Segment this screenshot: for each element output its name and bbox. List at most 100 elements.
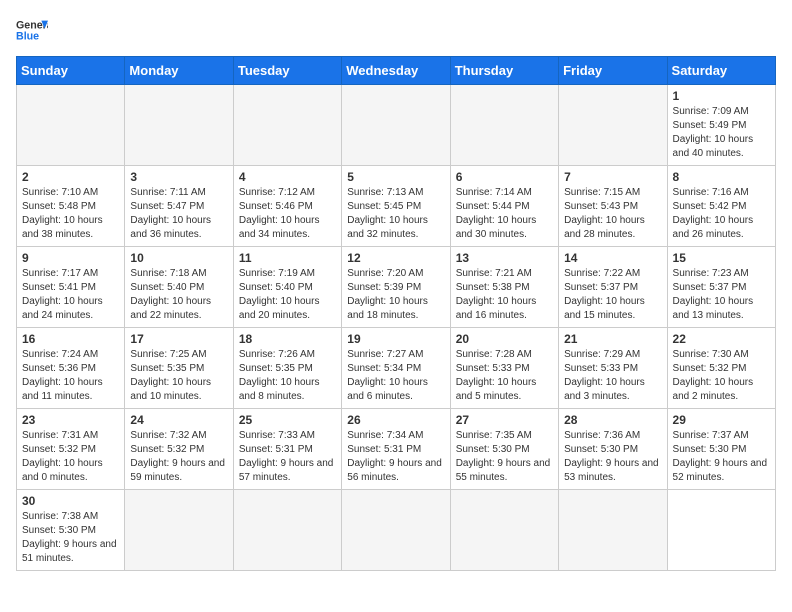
- day-info: Sunrise: 7:20 AM Sunset: 5:39 PM Dayligh…: [347, 267, 444, 323]
- day-number: 17: [130, 332, 227, 346]
- day-info: Sunrise: 7:26 AM Sunset: 5:35 PM Dayligh…: [239, 348, 336, 404]
- day-info: Sunrise: 7:16 AM Sunset: 5:42 PM Dayligh…: [673, 186, 770, 242]
- day-info: Sunrise: 7:30 AM Sunset: 5:32 PM Dayligh…: [673, 348, 770, 404]
- calendar-day: 30 Sunrise: 7:38 AM Sunset: 5:30 PM Dayli…: [17, 490, 125, 571]
- day-number: 24: [130, 413, 227, 427]
- day-info: Sunrise: 7:10 AM Sunset: 5:48 PM Dayligh…: [22, 186, 119, 242]
- calendar-day: [450, 490, 558, 571]
- day-info: Sunrise: 7:15 AM Sunset: 5:43 PM Dayligh…: [564, 186, 661, 242]
- calendar-day: [233, 490, 341, 571]
- day-number: 10: [130, 251, 227, 265]
- day-number: 30: [22, 494, 119, 508]
- calendar-day: 11Sunrise: 7:19 AM Sunset: 5:40 PM Dayli…: [233, 247, 341, 328]
- calendar-day: 21 Sunrise: 7:29 AM Sunset: 5:33 PM Dayli…: [559, 328, 667, 409]
- calendar-day: 25Sunrise: 7:33 AM Sunset: 5:31 PM Dayli…: [233, 409, 341, 490]
- day-number: 12: [347, 251, 444, 265]
- day-info: Sunrise: 7:35 AM Sunset: 5:30 PM Dayligh…: [456, 429, 553, 485]
- calendar-row: 2 Sunrise: 7:10 AM Sunset: 5:48 PM Daylig…: [17, 166, 776, 247]
- calendar-day: [342, 490, 450, 571]
- day-number: 6: [456, 170, 553, 184]
- day-info: Sunrise: 7:14 AM Sunset: 5:44 PM Dayligh…: [456, 186, 553, 242]
- day-number: 1: [673, 89, 770, 103]
- calendar-day: 23Sunrise: 7:31 AM Sunset: 5:32 PM Dayli…: [17, 409, 125, 490]
- weekday-header-wednesday: Wednesday: [342, 57, 450, 85]
- day-info: Sunrise: 7:38 AM Sunset: 5:30 PM Dayligh…: [22, 510, 119, 566]
- day-info: Sunrise: 7:31 AM Sunset: 5:32 PM Dayligh…: [22, 429, 119, 485]
- day-number: 22: [673, 332, 770, 346]
- day-info: Sunrise: 7:32 AM Sunset: 5:32 PM Dayligh…: [130, 429, 227, 485]
- calendar-day: 16Sunrise: 7:24 AM Sunset: 5:36 PM Dayli…: [17, 328, 125, 409]
- day-number: 3: [130, 170, 227, 184]
- day-number: 20: [456, 332, 553, 346]
- calendar-table: SundayMondayTuesdayWednesdayThursdayFrid…: [16, 56, 776, 571]
- calendar-day: 14 Sunrise: 7:22 AM Sunset: 5:37 PM Dayli…: [559, 247, 667, 328]
- day-info: Sunrise: 7:23 AM Sunset: 5:37 PM Dayligh…: [673, 267, 770, 323]
- calendar-day: 9Sunrise: 7:17 AM Sunset: 5:41 PM Daylig…: [17, 247, 125, 328]
- calendar-day: 10 Sunrise: 7:18 AM Sunset: 5:40 PM Dayli…: [125, 247, 233, 328]
- day-info: Sunrise: 7:18 AM Sunset: 5:40 PM Dayligh…: [130, 267, 227, 323]
- calendar-row: 30 Sunrise: 7:38 AM Sunset: 5:30 PM Dayli…: [17, 490, 776, 571]
- calendar-day: [233, 85, 341, 166]
- weekday-header-saturday: Saturday: [667, 57, 775, 85]
- day-info: Sunrise: 7:25 AM Sunset: 5:35 PM Dayligh…: [130, 348, 227, 404]
- calendar-day: 17 Sunrise: 7:25 AM Sunset: 5:35 PM Dayli…: [125, 328, 233, 409]
- calendar-day: 5 Sunrise: 7:13 AM Sunset: 5:45 PM Daylig…: [342, 166, 450, 247]
- day-number: 14: [564, 251, 661, 265]
- day-info: Sunrise: 7:19 AM Sunset: 5:40 PM Dayligh…: [239, 267, 336, 323]
- calendar-day: 19Sunrise: 7:27 AM Sunset: 5:34 PM Dayli…: [342, 328, 450, 409]
- calendar-day: [450, 85, 558, 166]
- calendar-day: 3 Sunrise: 7:11 AM Sunset: 5:47 PM Daylig…: [125, 166, 233, 247]
- calendar-day: 26 Sunrise: 7:34 AM Sunset: 5:31 PM Dayli…: [342, 409, 450, 490]
- calendar-day: 4 Sunrise: 7:12 AM Sunset: 5:46 PM Daylig…: [233, 166, 341, 247]
- calendar-day: [125, 490, 233, 571]
- day-info: Sunrise: 7:11 AM Sunset: 5:47 PM Dayligh…: [130, 186, 227, 242]
- calendar-day: 29 Sunrise: 7:37 AM Sunset: 5:30 PM Dayli…: [667, 409, 775, 490]
- day-number: 7: [564, 170, 661, 184]
- calendar-day: 8Sunrise: 7:16 AM Sunset: 5:42 PM Daylig…: [667, 166, 775, 247]
- weekday-header-friday: Friday: [559, 57, 667, 85]
- calendar-row: 9Sunrise: 7:17 AM Sunset: 5:41 PM Daylig…: [17, 247, 776, 328]
- svg-text:Blue: Blue: [16, 30, 39, 42]
- calendar-day: 22 Sunrise: 7:30 AM Sunset: 5:32 PM Dayli…: [667, 328, 775, 409]
- day-info: Sunrise: 7:21 AM Sunset: 5:38 PM Dayligh…: [456, 267, 553, 323]
- day-info: Sunrise: 7:13 AM Sunset: 5:45 PM Dayligh…: [347, 186, 444, 242]
- weekday-header-thursday: Thursday: [450, 57, 558, 85]
- calendar-day: 12 Sunrise: 7:20 AM Sunset: 5:39 PM Dayli…: [342, 247, 450, 328]
- calendar-day: 15Sunrise: 7:23 AM Sunset: 5:37 PM Dayli…: [667, 247, 775, 328]
- day-number: 19: [347, 332, 444, 346]
- day-info: Sunrise: 7:37 AM Sunset: 5:30 PM Dayligh…: [673, 429, 770, 485]
- day-number: 21: [564, 332, 661, 346]
- day-number: 18: [239, 332, 336, 346]
- day-info: Sunrise: 7:24 AM Sunset: 5:36 PM Dayligh…: [22, 348, 119, 404]
- day-info: Sunrise: 7:29 AM Sunset: 5:33 PM Dayligh…: [564, 348, 661, 404]
- weekday-header-monday: Monday: [125, 57, 233, 85]
- calendar-day: 1 Sunrise: 7:09 AM Sunset: 5:49 PM Daylig…: [667, 85, 775, 166]
- calendar-day: 2 Sunrise: 7:10 AM Sunset: 5:48 PM Daylig…: [17, 166, 125, 247]
- calendar-day: [559, 85, 667, 166]
- calendar-day: 7 Sunrise: 7:15 AM Sunset: 5:43 PM Daylig…: [559, 166, 667, 247]
- day-number: 27: [456, 413, 553, 427]
- day-info: Sunrise: 7:34 AM Sunset: 5:31 PM Dayligh…: [347, 429, 444, 485]
- calendar-day: 18 Sunrise: 7:26 AM Sunset: 5:35 PM Dayli…: [233, 328, 341, 409]
- day-number: 26: [347, 413, 444, 427]
- calendar-row: 23Sunrise: 7:31 AM Sunset: 5:32 PM Dayli…: [17, 409, 776, 490]
- day-info: Sunrise: 7:36 AM Sunset: 5:30 PM Dayligh…: [564, 429, 661, 485]
- day-number: 2: [22, 170, 119, 184]
- day-info: Sunrise: 7:28 AM Sunset: 5:33 PM Dayligh…: [456, 348, 553, 404]
- day-number: 13: [456, 251, 553, 265]
- day-info: Sunrise: 7:33 AM Sunset: 5:31 PM Dayligh…: [239, 429, 336, 485]
- calendar-day: [125, 85, 233, 166]
- day-info: Sunrise: 7:22 AM Sunset: 5:37 PM Dayligh…: [564, 267, 661, 323]
- day-number: 29: [673, 413, 770, 427]
- day-number: 5: [347, 170, 444, 184]
- day-info: Sunrise: 7:09 AM Sunset: 5:49 PM Dayligh…: [673, 105, 770, 161]
- calendar-day: 13 Sunrise: 7:21 AM Sunset: 5:38 PM Dayli…: [450, 247, 558, 328]
- calendar-day: 20 Sunrise: 7:28 AM Sunset: 5:33 PM Dayli…: [450, 328, 558, 409]
- weekday-header-sunday: Sunday: [17, 57, 125, 85]
- day-number: 9: [22, 251, 119, 265]
- day-number: 4: [239, 170, 336, 184]
- day-info: Sunrise: 7:12 AM Sunset: 5:46 PM Dayligh…: [239, 186, 336, 242]
- weekday-header-tuesday: Tuesday: [233, 57, 341, 85]
- day-number: 28: [564, 413, 661, 427]
- header: General Blue: [16, 16, 776, 44]
